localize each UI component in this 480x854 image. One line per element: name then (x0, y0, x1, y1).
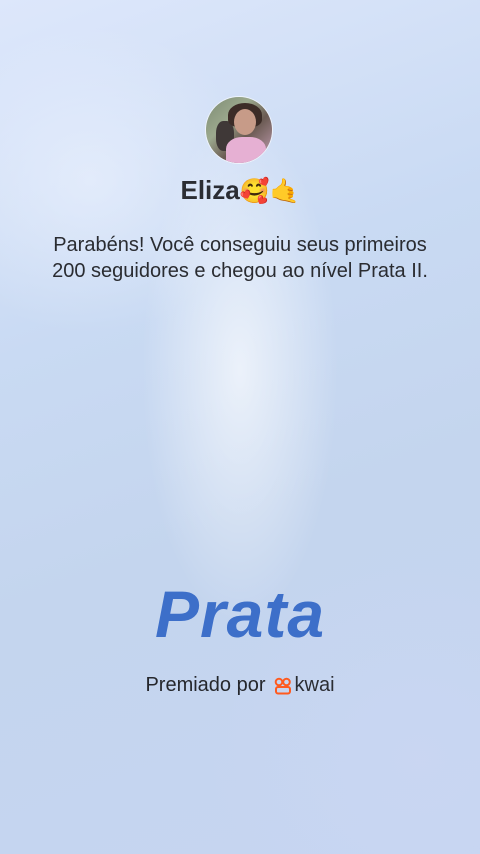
awarded-by-label: Premiado por (145, 674, 266, 696)
user-name: Eliza🥰🤙 (0, 175, 480, 206)
kwai-logo-icon (274, 677, 291, 694)
awarded-by: Premiado por kwai (0, 674, 480, 697)
user-name-text: Eliza (180, 175, 240, 205)
kwai-logo: kwai (274, 674, 335, 697)
kwai-brand-text: kwai (294, 674, 335, 696)
avatar[interactable] (206, 97, 272, 163)
achievement-message: Parabéns! Você conseguiu seus primeiros … (52, 234, 428, 282)
user-name-emoji: 🥰🤙 (239, 177, 300, 205)
tier-title: Prata (154, 577, 326, 651)
